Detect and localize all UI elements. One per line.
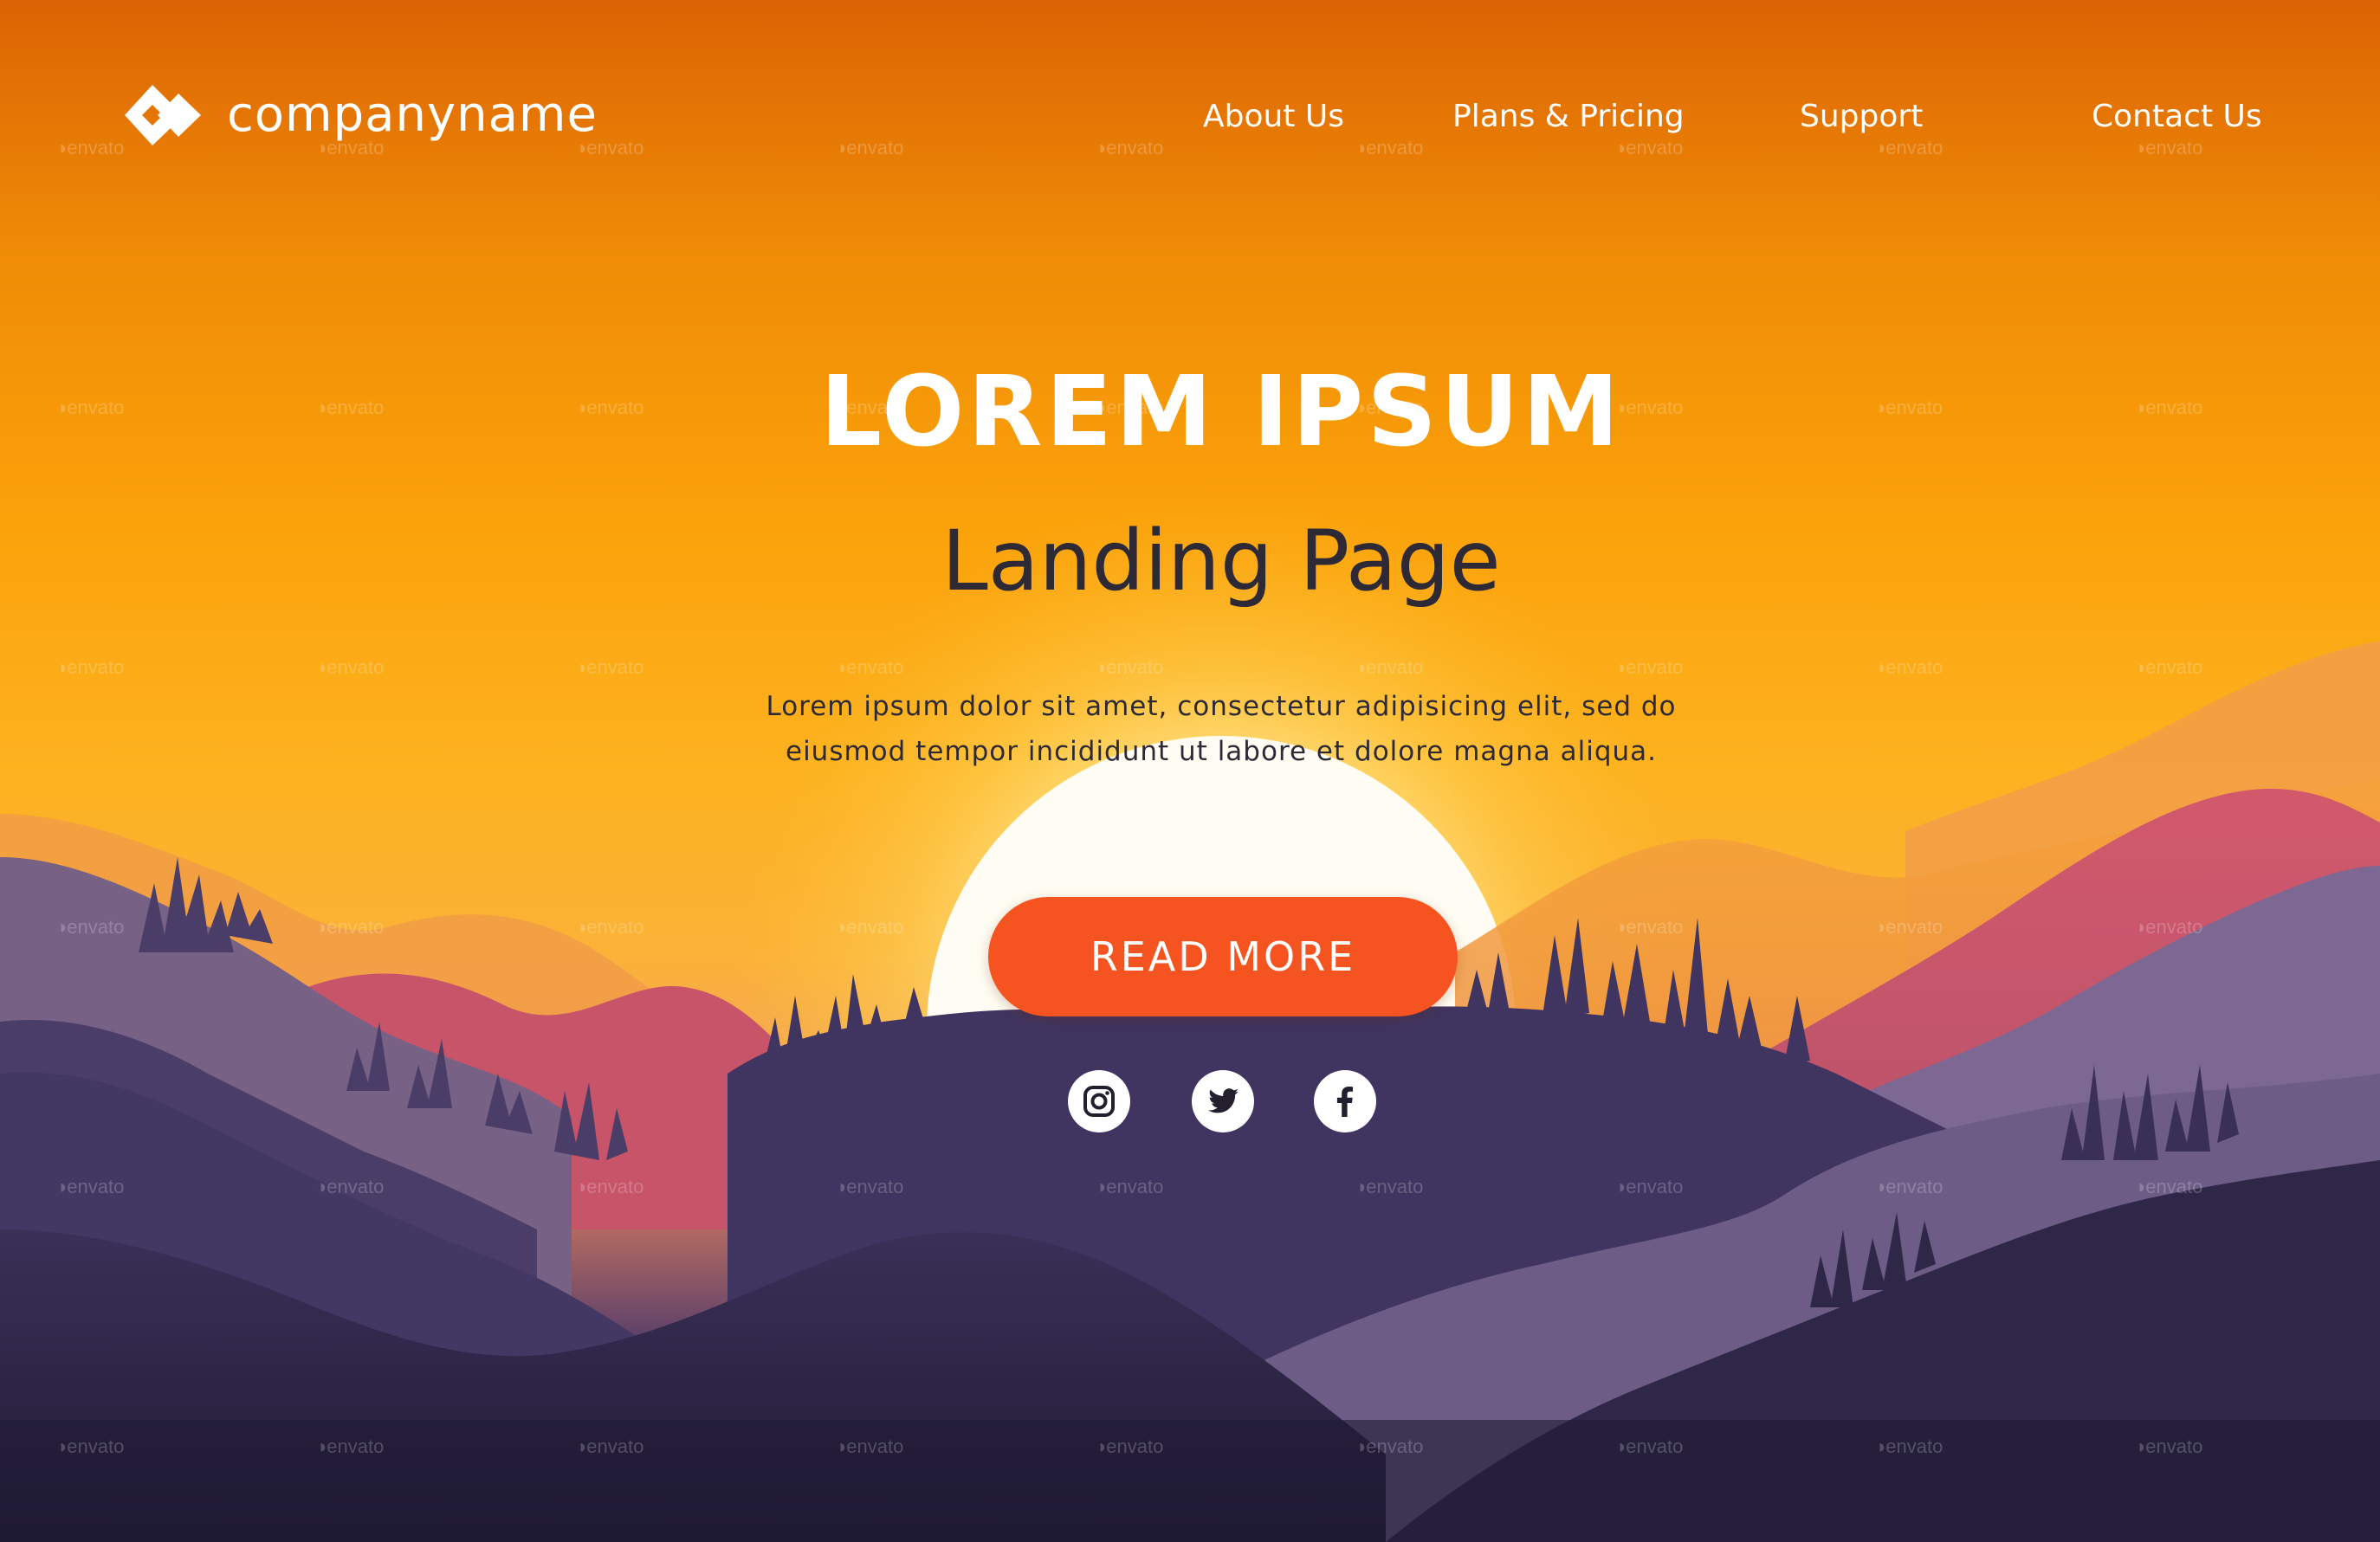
twitter-button[interactable] (1192, 1070, 1254, 1132)
main-nav: About Us Plans & Pricing Support Contact… (0, 95, 2380, 139)
facebook-button[interactable] (1314, 1070, 1376, 1132)
instagram-button[interactable] (1068, 1070, 1130, 1132)
nav-support[interactable]: Support (1800, 95, 1923, 139)
landing-page: ◑envato ◑envato ◑envato ◑envato ◑envato ◑enva… (0, 0, 2380, 1542)
hero-subtitle: Landing Page (941, 513, 1501, 610)
facebook-icon (1336, 1087, 1353, 1117)
nav-about-us[interactable]: About Us (1203, 95, 1344, 139)
nav-contact-us[interactable]: Contact Us (2092, 95, 2262, 139)
nav-plans-pricing[interactable]: Plans & Pricing (1452, 95, 1685, 139)
site-header: companyname About Us Plans & Pricing Sup… (0, 0, 2380, 173)
hero-description: Lorem ipsum dolor sit amet, consectetur … (766, 691, 1677, 767)
hero-title: LOREM IPSUM (819, 356, 1623, 468)
read-more-button[interactable]: READ MORE (988, 897, 1458, 1016)
instagram-icon (1083, 1086, 1115, 1117)
twitter-icon (1208, 1088, 1239, 1113)
